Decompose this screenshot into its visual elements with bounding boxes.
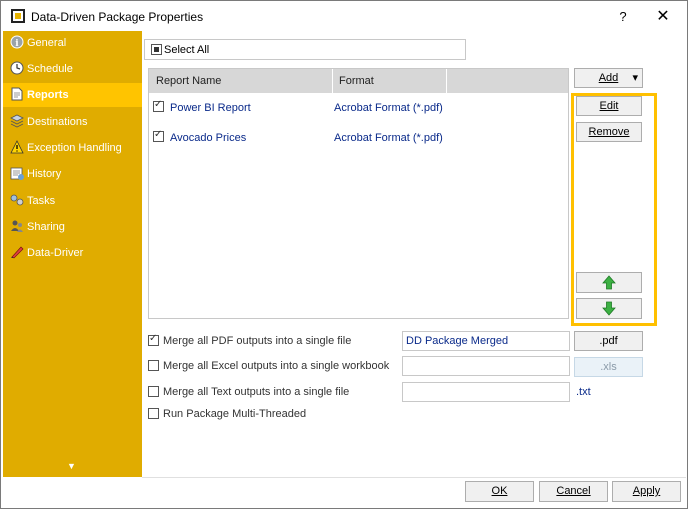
ok-button[interactable]: OK bbox=[465, 481, 534, 502]
merge-pdf-filename-input[interactable]: DD Package Merged bbox=[402, 331, 570, 351]
column-format[interactable]: Format bbox=[339, 75, 374, 87]
row-checkbox[interactable] bbox=[153, 99, 164, 112]
column-report-name[interactable]: Report Name bbox=[156, 75, 221, 87]
title-bar: Data-Driven Package Properties ? ✕ bbox=[1, 1, 687, 32]
close-button[interactable]: ✕ bbox=[651, 7, 675, 27]
sidebar-item-label: Reports bbox=[27, 89, 69, 101]
sidebar-item-destinations[interactable]: Destinations bbox=[3, 110, 142, 134]
report-name: Avocado Prices bbox=[170, 132, 247, 144]
sidebar-item-label: Exception Handling bbox=[27, 142, 122, 154]
sidebar-item-tasks[interactable]: Tasks bbox=[3, 189, 142, 213]
sidebar-item-reports[interactable]: Reports bbox=[3, 83, 142, 107]
edit-button[interactable]: Edit bbox=[576, 96, 642, 116]
report-format: Acrobat Format (*.pdf) bbox=[334, 132, 443, 144]
scroll-down-icon[interactable]: ▼ bbox=[67, 461, 76, 471]
footer-divider bbox=[142, 477, 686, 478]
cancel-button[interactable]: Cancel bbox=[539, 481, 608, 502]
report-format: Acrobat Format (*.pdf) bbox=[334, 102, 443, 114]
destinations-icon bbox=[9, 114, 24, 129]
info-icon: i bbox=[9, 35, 24, 50]
merge-text-checkbox[interactable] bbox=[148, 386, 159, 397]
grid-header: Report Name Format bbox=[149, 69, 568, 93]
select-all-label: Select All bbox=[164, 44, 210, 56]
data-driver-icon bbox=[9, 245, 24, 260]
app-icon bbox=[11, 9, 25, 23]
merge-text-label: Merge all Text outputs into a single fil… bbox=[163, 386, 350, 398]
arrow-up-icon bbox=[602, 275, 616, 290]
clock-icon bbox=[9, 61, 24, 76]
pdf-extension-button[interactable]: .pdf bbox=[574, 331, 643, 351]
sidebar-item-data-driver[interactable]: Data-Driver bbox=[3, 241, 142, 265]
sidebar-item-exception-handling[interactable]: Exception Handling bbox=[3, 136, 142, 160]
document-icon bbox=[9, 87, 24, 102]
merge-excel-label: Merge all Excel outputs into a single wo… bbox=[163, 360, 390, 372]
sidebar-item-sharing[interactable]: Sharing bbox=[3, 215, 142, 239]
sidebar: i General Schedule Reports Destinations … bbox=[3, 31, 142, 477]
sidebar-item-label: History bbox=[27, 168, 62, 180]
sidebar-item-label: General bbox=[27, 37, 67, 49]
merge-pdf-checkbox[interactable] bbox=[148, 333, 159, 346]
sidebar-item-label: Schedule bbox=[27, 63, 73, 75]
apply-button-label: Apply bbox=[632, 485, 661, 497]
help-button[interactable]: ? bbox=[613, 7, 633, 27]
report-name: Power BI Report bbox=[170, 102, 251, 114]
chevron-down-icon: ▾ bbox=[632, 72, 638, 84]
remove-button-label: Remove bbox=[588, 126, 630, 138]
move-up-button[interactable] bbox=[576, 272, 642, 293]
row-checkbox[interactable] bbox=[153, 129, 164, 142]
move-down-button[interactable] bbox=[576, 298, 642, 319]
window-title: Data-Driven Package Properties bbox=[31, 10, 204, 24]
ok-button-label: OK bbox=[491, 485, 508, 497]
edit-button-label: Edit bbox=[599, 100, 619, 112]
select-all-checkbox[interactable] bbox=[151, 44, 162, 55]
table-row[interactable]: Avocado Prices Acrobat Format (*.pdf) bbox=[149, 127, 568, 149]
sharing-icon bbox=[9, 219, 24, 234]
sidebar-item-schedule[interactable]: Schedule bbox=[3, 57, 142, 81]
multi-thread-checkbox[interactable] bbox=[148, 408, 159, 419]
sidebar-item-label: Data-Driver bbox=[27, 247, 84, 259]
merge-pdf-label: Merge all PDF outputs into a single file bbox=[163, 335, 352, 347]
select-all-row: Select All bbox=[144, 39, 466, 60]
add-button[interactable]: Add ▾ bbox=[574, 68, 643, 88]
tasks-icon bbox=[9, 193, 24, 208]
history-icon bbox=[9, 166, 24, 181]
sidebar-item-history[interactable]: History bbox=[3, 162, 142, 186]
svg-text:i: i bbox=[15, 39, 19, 49]
remove-button[interactable]: Remove bbox=[576, 122, 642, 142]
merge-excel-checkbox[interactable] bbox=[148, 360, 159, 371]
sidebar-item-label: Destinations bbox=[27, 116, 88, 128]
txt-extension-label: .txt bbox=[576, 386, 591, 398]
xls-extension-button[interactable]: .xls bbox=[574, 357, 643, 377]
sidebar-item-general[interactable]: i General bbox=[3, 31, 142, 55]
sidebar-item-label: Tasks bbox=[27, 195, 56, 207]
column-divider bbox=[332, 69, 333, 93]
arrow-down-icon bbox=[602, 301, 616, 316]
add-button-label: Add bbox=[598, 72, 619, 84]
warning-icon bbox=[9, 140, 24, 155]
merge-excel-filename-input[interactable] bbox=[402, 356, 570, 376]
multi-thread-label: Run Package Multi-Threaded bbox=[163, 408, 307, 420]
table-row[interactable]: Power BI Report Acrobat Format (*.pdf) bbox=[149, 97, 568, 119]
cancel-button-label: Cancel bbox=[556, 485, 591, 497]
reports-grid: Report Name Format Power BI Report Acrob… bbox=[148, 68, 569, 319]
sidebar-item-label: Sharing bbox=[27, 221, 65, 233]
apply-button[interactable]: Apply bbox=[612, 481, 681, 502]
merge-text-filename-input[interactable] bbox=[402, 382, 570, 402]
column-divider bbox=[446, 69, 447, 93]
